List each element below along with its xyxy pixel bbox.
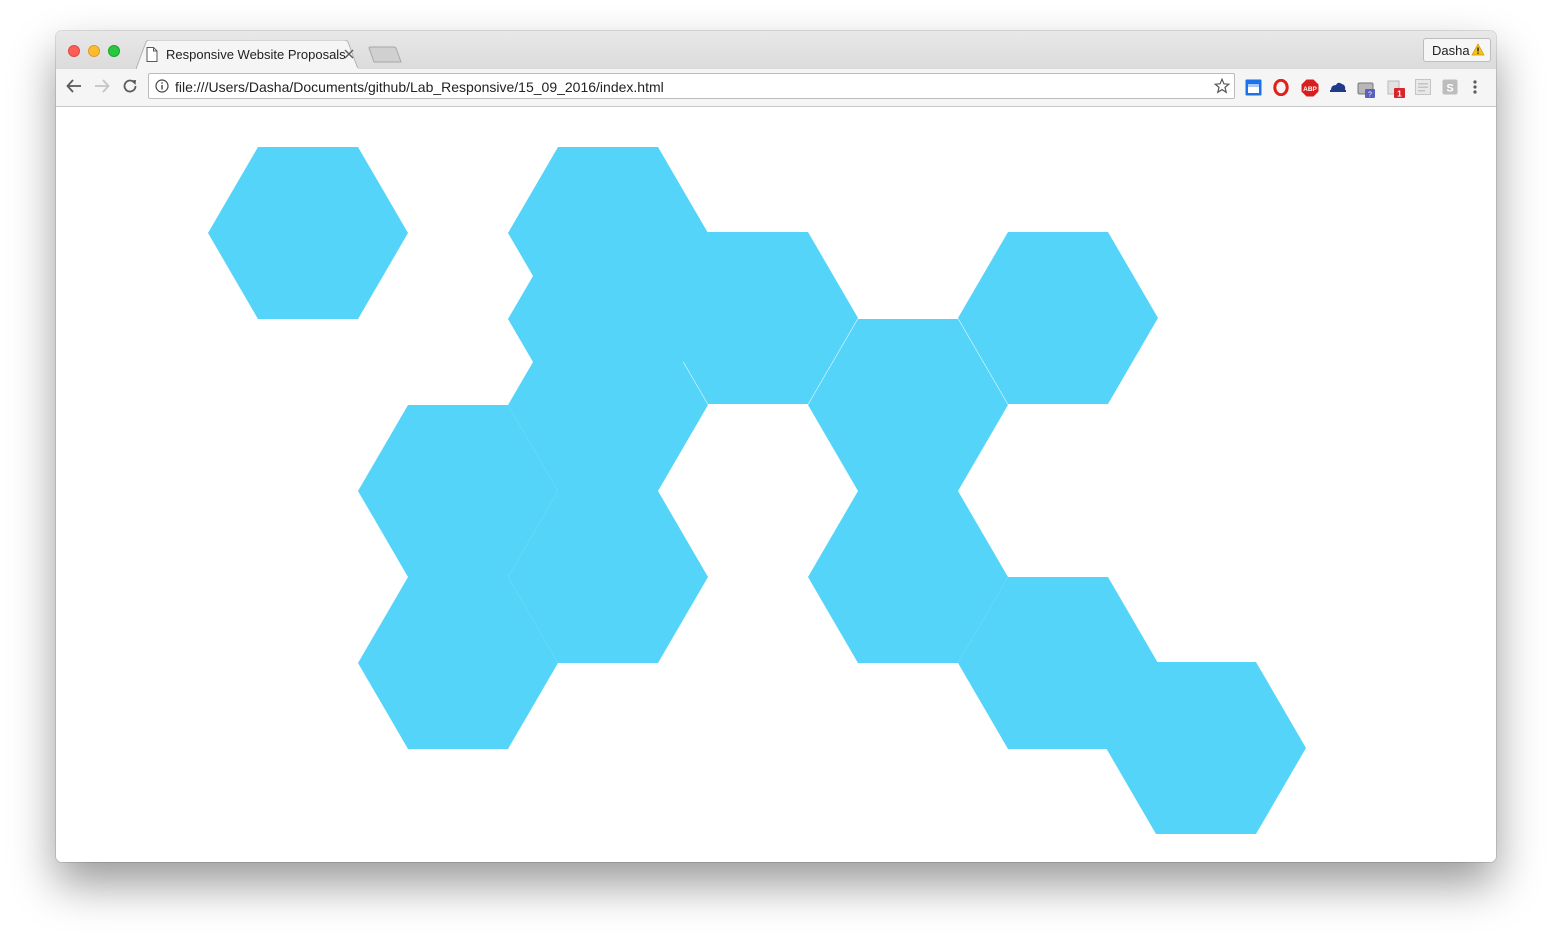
tab-title: Responsive Website Proposals — [166, 47, 346, 62]
minimize-window-button[interactable] — [88, 45, 100, 57]
menu-kebab-icon[interactable] — [1471, 79, 1479, 95]
browser-window: Responsive Website Proposals Dasha file:… — [56, 31, 1496, 862]
adblock-plus-icon[interactable]: ABP — [1301, 79, 1319, 97]
profile-name: Dasha — [1432, 43, 1470, 58]
s-extension-label: S — [1446, 83, 1453, 95]
page-content — [56, 107, 1496, 862]
opera-extension-icon[interactable] — [1273, 79, 1289, 96]
hexagon-grid — [208, 147, 1306, 834]
news-extension-icon[interactable]: 1 — [1387, 79, 1407, 99]
address-bar[interactable]: file:///Users/Dasha/Documents/github/Lab… — [148, 73, 1235, 99]
warning-icon — [1471, 43, 1485, 56]
close-window-button[interactable] — [68, 45, 80, 57]
zoom-window-button[interactable] — [108, 45, 120, 57]
forward-arrow-icon[interactable] — [94, 78, 110, 94]
s-extension-icon[interactable]: S — [1442, 79, 1458, 95]
url-text: file:///Users/Dasha/Documents/github/Lab… — [175, 79, 664, 95]
bookmark-star-icon[interactable] — [1214, 78, 1230, 94]
tab-close-icon[interactable] — [344, 49, 354, 59]
new-tab-button[interactable] — [368, 46, 402, 64]
title-bar: Responsive Website Proposals Dasha — [56, 31, 1496, 70]
toolbar: file:///Users/Dasha/Documents/github/Lab… — [56, 69, 1496, 107]
grey-extension-icon[interactable] — [1415, 79, 1431, 95]
page-icon — [146, 47, 158, 62]
reload-icon[interactable] — [122, 78, 138, 94]
profile-button[interactable]: Dasha — [1423, 38, 1491, 62]
hex-1 — [208, 147, 408, 319]
adblock-label: ABP — [1303, 86, 1317, 93]
calendar-extension-icon[interactable] — [1245, 79, 1262, 96]
svg-text:?: ? — [1368, 92, 1372, 99]
cloud-extension-icon[interactable] — [1329, 79, 1347, 95]
back-arrow-icon[interactable] — [66, 78, 82, 94]
info-icon[interactable] — [155, 79, 169, 93]
tab-active[interactable]: Responsive Website Proposals — [136, 40, 360, 70]
news-badge: 1 — [1397, 90, 1402, 99]
tv-extension-icon[interactable]: ? — [1357, 79, 1377, 99]
